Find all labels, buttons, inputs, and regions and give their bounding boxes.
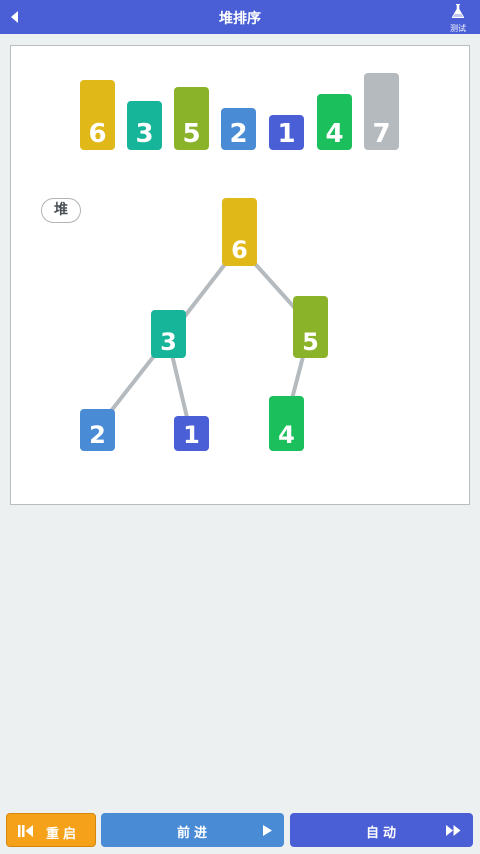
- flask-icon: [451, 4, 465, 18]
- page-title: 堆排序: [219, 11, 261, 27]
- test-label: 测试: [450, 24, 466, 33]
- heap-node-value: 1: [183, 421, 200, 449]
- heap-node-value: 6: [231, 236, 248, 264]
- heap-node-value: 4: [278, 421, 295, 449]
- reset-label: 重启: [46, 827, 81, 842]
- next-label: 前进: [177, 826, 212, 841]
- heap-node-value: 3: [160, 328, 177, 356]
- auto-play-button[interactable]: 自动: [290, 813, 473, 847]
- test-button[interactable]: 测试: [446, 3, 470, 33]
- play-icon: [263, 825, 272, 836]
- heap-node-value: 2: [89, 421, 106, 449]
- skip-to-start-icon: [18, 825, 33, 837]
- auto-label: 自动: [366, 826, 401, 841]
- next-button[interactable]: 前进: [101, 813, 284, 847]
- reset-button[interactable]: 重启: [6, 813, 96, 847]
- heap-node: 3: [151, 310, 186, 358]
- heap-node-value: 5: [302, 328, 319, 356]
- heap-node: 2: [80, 409, 115, 451]
- fast-forward-icon: [446, 825, 461, 836]
- heap-node: 4: [269, 396, 304, 451]
- visualization-panel: 6 3 5 2 1 4 7 堆 6 3 5 2 1 4: [10, 45, 470, 505]
- heap-node-root: 6: [222, 198, 257, 266]
- app-header: 堆排序 测试: [0, 0, 480, 34]
- heap-node: 5: [293, 296, 328, 358]
- heap-node: 1: [174, 416, 209, 451]
